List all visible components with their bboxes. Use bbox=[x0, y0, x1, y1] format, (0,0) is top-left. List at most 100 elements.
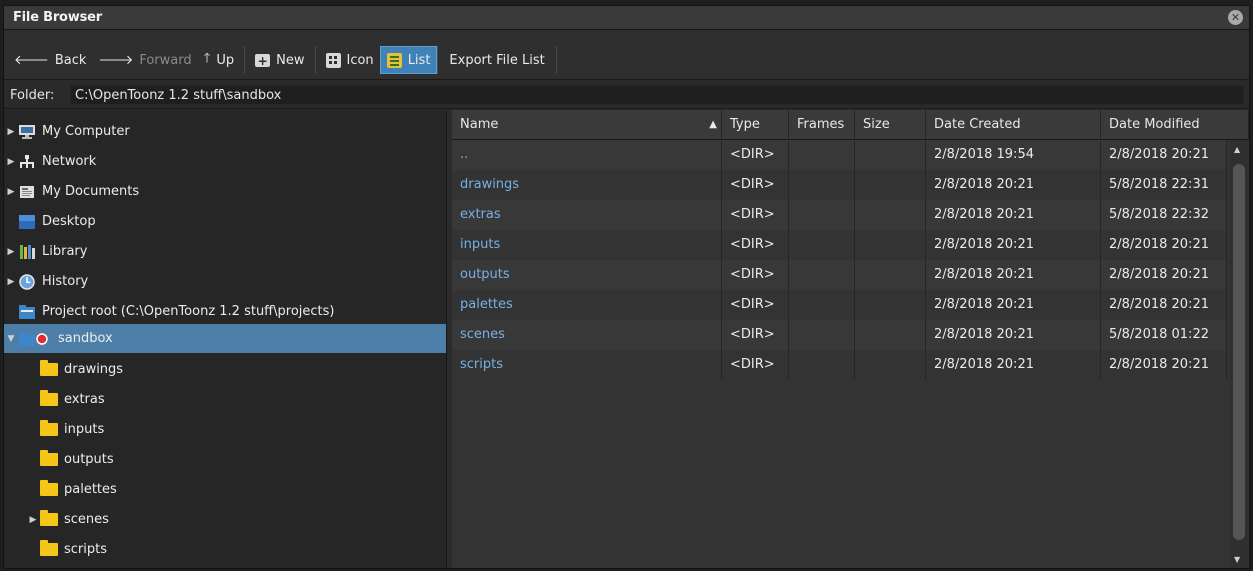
file-row[interactable]: drawings <DIR> 2/8/2018 20:21 5/8/2018 22:3… bbox=[452, 170, 1227, 200]
folder-icon bbox=[40, 390, 58, 406]
folder-icon bbox=[40, 510, 58, 526]
tree-item-desktop[interactable]: Desktop bbox=[4, 207, 446, 236]
cell-name: extras bbox=[452, 200, 722, 230]
scroll-down-icon[interactable]: ▼ bbox=[1234, 555, 1240, 564]
cell-empty bbox=[855, 320, 926, 350]
folder-label: Folder: bbox=[10, 88, 55, 103]
cell-modified: 5/8/2018 22:31 bbox=[1101, 170, 1227, 200]
folder-bar: Folder: C:\OpenToonz 1.2 stuff\sandbox bbox=[4, 81, 1249, 109]
cell-type: <DIR> bbox=[722, 140, 789, 170]
sandbox-folder-icon bbox=[18, 331, 52, 347]
tree-item-library[interactable]: ▶ Library bbox=[4, 237, 446, 266]
tree-item-scripts[interactable]: scripts bbox=[4, 535, 446, 564]
tree-item-project-root[interactable]: Project root (C:\OpenToonz 1.2 stuff\pro… bbox=[4, 297, 446, 326]
toolbar: 🡐 Back 🡒 Forward 🡑 Up + New Icon List Ex… bbox=[4, 30, 1249, 80]
file-row[interactable]: extras <DIR> 2/8/2018 20:21 5/8/2018 22:32 bbox=[452, 200, 1227, 230]
folder-icon bbox=[40, 360, 58, 376]
tree-item-sandbox[interactable]: ▼ sandbox bbox=[4, 324, 446, 353]
file-row[interactable]: outputs <DIR> 2/8/2018 20:21 2/8/2018 20:21 bbox=[452, 260, 1227, 290]
forward-button[interactable]: 🡒 Forward bbox=[92, 46, 197, 74]
folder-tree: ▶ My Computer ▶ Network ▶ My Documents D… bbox=[4, 110, 447, 568]
tree-item-extras[interactable]: extras bbox=[4, 385, 446, 414]
expand-arrow-icon[interactable]: ▶ bbox=[26, 515, 40, 525]
list-label: List bbox=[407, 52, 431, 68]
column-header-frames[interactable]: Frames bbox=[789, 110, 855, 140]
new-folder-icon: + bbox=[255, 53, 271, 68]
list-view-icon bbox=[386, 52, 402, 68]
cell-empty bbox=[789, 290, 855, 320]
toolbar-separator bbox=[314, 46, 316, 74]
network-icon bbox=[18, 154, 36, 170]
file-row[interactable]: inputs <DIR> 2/8/2018 20:21 2/8/2018 20:21 bbox=[452, 230, 1227, 260]
back-label: Back bbox=[54, 52, 87, 68]
column-header-date-modified[interactable]: Date Modified bbox=[1101, 110, 1249, 140]
up-button[interactable]: 🡑 Up bbox=[198, 46, 241, 74]
column-header-date-created[interactable]: Date Created bbox=[926, 110, 1101, 140]
file-list: Name ▲ Type Frames Size Date Created Dat… bbox=[452, 110, 1249, 568]
list-header: Name ▲ Type Frames Size Date Created Dat… bbox=[452, 110, 1249, 140]
tree-item-history[interactable]: ▶ History bbox=[4, 267, 446, 296]
cell-empty bbox=[789, 230, 855, 260]
cell-created: 2/8/2018 20:21 bbox=[926, 230, 1101, 260]
tree-item-network[interactable]: ▶ Network bbox=[4, 147, 446, 176]
vertical-scrollbar[interactable]: ▲ ▼ bbox=[1230, 140, 1248, 568]
grid-view-icon bbox=[325, 52, 341, 68]
cell-created: 2/8/2018 20:21 bbox=[926, 320, 1101, 350]
back-button[interactable]: 🡐 Back bbox=[8, 46, 92, 74]
file-row[interactable]: palettes <DIR> 2/8/2018 20:21 2/8/2018 20:2… bbox=[452, 290, 1227, 320]
scroll-up-icon[interactable]: ▲ bbox=[1234, 145, 1240, 154]
history-clock-icon bbox=[18, 273, 36, 290]
column-header-name[interactable]: Name ▲ bbox=[452, 110, 722, 140]
tree-item-label: My Computer bbox=[42, 124, 130, 139]
column-header-type[interactable]: Type bbox=[722, 110, 789, 140]
column-header-size[interactable]: Size bbox=[855, 110, 926, 140]
export-file-list-button[interactable]: Export File List bbox=[437, 46, 557, 74]
tree-item-label: Project root (C:\OpenToonz 1.2 stuff\pro… bbox=[42, 304, 335, 319]
expand-arrow-icon[interactable]: ▶ bbox=[4, 277, 18, 287]
icon-label: Icon bbox=[346, 52, 374, 68]
cell-empty bbox=[855, 200, 926, 230]
folder-path-field[interactable]: C:\OpenToonz 1.2 stuff\sandbox bbox=[70, 85, 1244, 105]
cell-empty bbox=[789, 140, 855, 170]
cell-type: <DIR> bbox=[722, 320, 789, 350]
expand-arrow-icon[interactable]: ▶ bbox=[4, 157, 18, 167]
scrollbar-thumb[interactable] bbox=[1233, 164, 1245, 540]
expand-arrow-icon[interactable]: ▶ bbox=[4, 247, 18, 257]
tree-item-scenes[interactable]: ▶ scenes bbox=[4, 505, 446, 534]
tree-item-label: History bbox=[42, 274, 89, 289]
expand-arrow-icon[interactable]: ▶ bbox=[4, 127, 18, 137]
expand-arrow-icon[interactable]: ▶ bbox=[4, 187, 18, 197]
file-row[interactable]: .. <DIR> 2/8/2018 19:54 2/8/2018 20:21 bbox=[452, 140, 1227, 170]
cell-empty bbox=[855, 290, 926, 320]
close-icon[interactable]: ✕ bbox=[1228, 10, 1243, 25]
tree-item-palettes[interactable]: palettes bbox=[4, 475, 446, 504]
tree-item-label: scenes bbox=[64, 512, 109, 527]
cell-type: <DIR> bbox=[722, 170, 789, 200]
tree-item-label: sandbox bbox=[58, 331, 113, 346]
cell-modified: 2/8/2018 20:21 bbox=[1101, 290, 1227, 320]
library-icon bbox=[18, 244, 36, 260]
cell-modified: 2/8/2018 20:21 bbox=[1101, 260, 1227, 290]
cell-modified: 2/8/2018 20:21 bbox=[1101, 140, 1227, 170]
tree-item-drawings[interactable]: drawings bbox=[4, 355, 446, 384]
arrow-up-icon: 🡑 bbox=[203, 51, 211, 66]
tree-item-label: palettes bbox=[64, 482, 117, 497]
icon-view-button[interactable]: Icon bbox=[320, 46, 380, 74]
cell-name: palettes bbox=[452, 290, 722, 320]
tree-item-inputs[interactable]: inputs bbox=[4, 415, 446, 444]
cell-name: scripts bbox=[452, 350, 722, 380]
new-folder-button[interactable]: + New bbox=[249, 46, 310, 74]
list-view-button[interactable]: List bbox=[379, 46, 438, 74]
collapse-arrow-icon[interactable]: ▼ bbox=[4, 334, 18, 344]
tree-item-outputs[interactable]: outputs bbox=[4, 445, 446, 474]
tree-item-my-documents[interactable]: ▶ My Documents bbox=[4, 177, 446, 206]
export-label: Export File List bbox=[449, 52, 545, 68]
cell-empty bbox=[789, 350, 855, 380]
file-row[interactable]: scripts <DIR> 2/8/2018 20:21 2/8/2018 20:21 bbox=[452, 350, 1227, 380]
forward-label: Forward bbox=[139, 52, 192, 68]
cell-name: inputs bbox=[452, 230, 722, 260]
file-browser-window: File Browser ✕ 🡐 Back 🡒 Forward 🡑 Up + N… bbox=[3, 5, 1250, 569]
file-row[interactable]: scenes <DIR> 2/8/2018 20:21 5/8/2018 01:22 bbox=[452, 320, 1227, 350]
computer-icon bbox=[18, 124, 36, 140]
tree-item-my-computer[interactable]: ▶ My Computer bbox=[4, 117, 446, 146]
